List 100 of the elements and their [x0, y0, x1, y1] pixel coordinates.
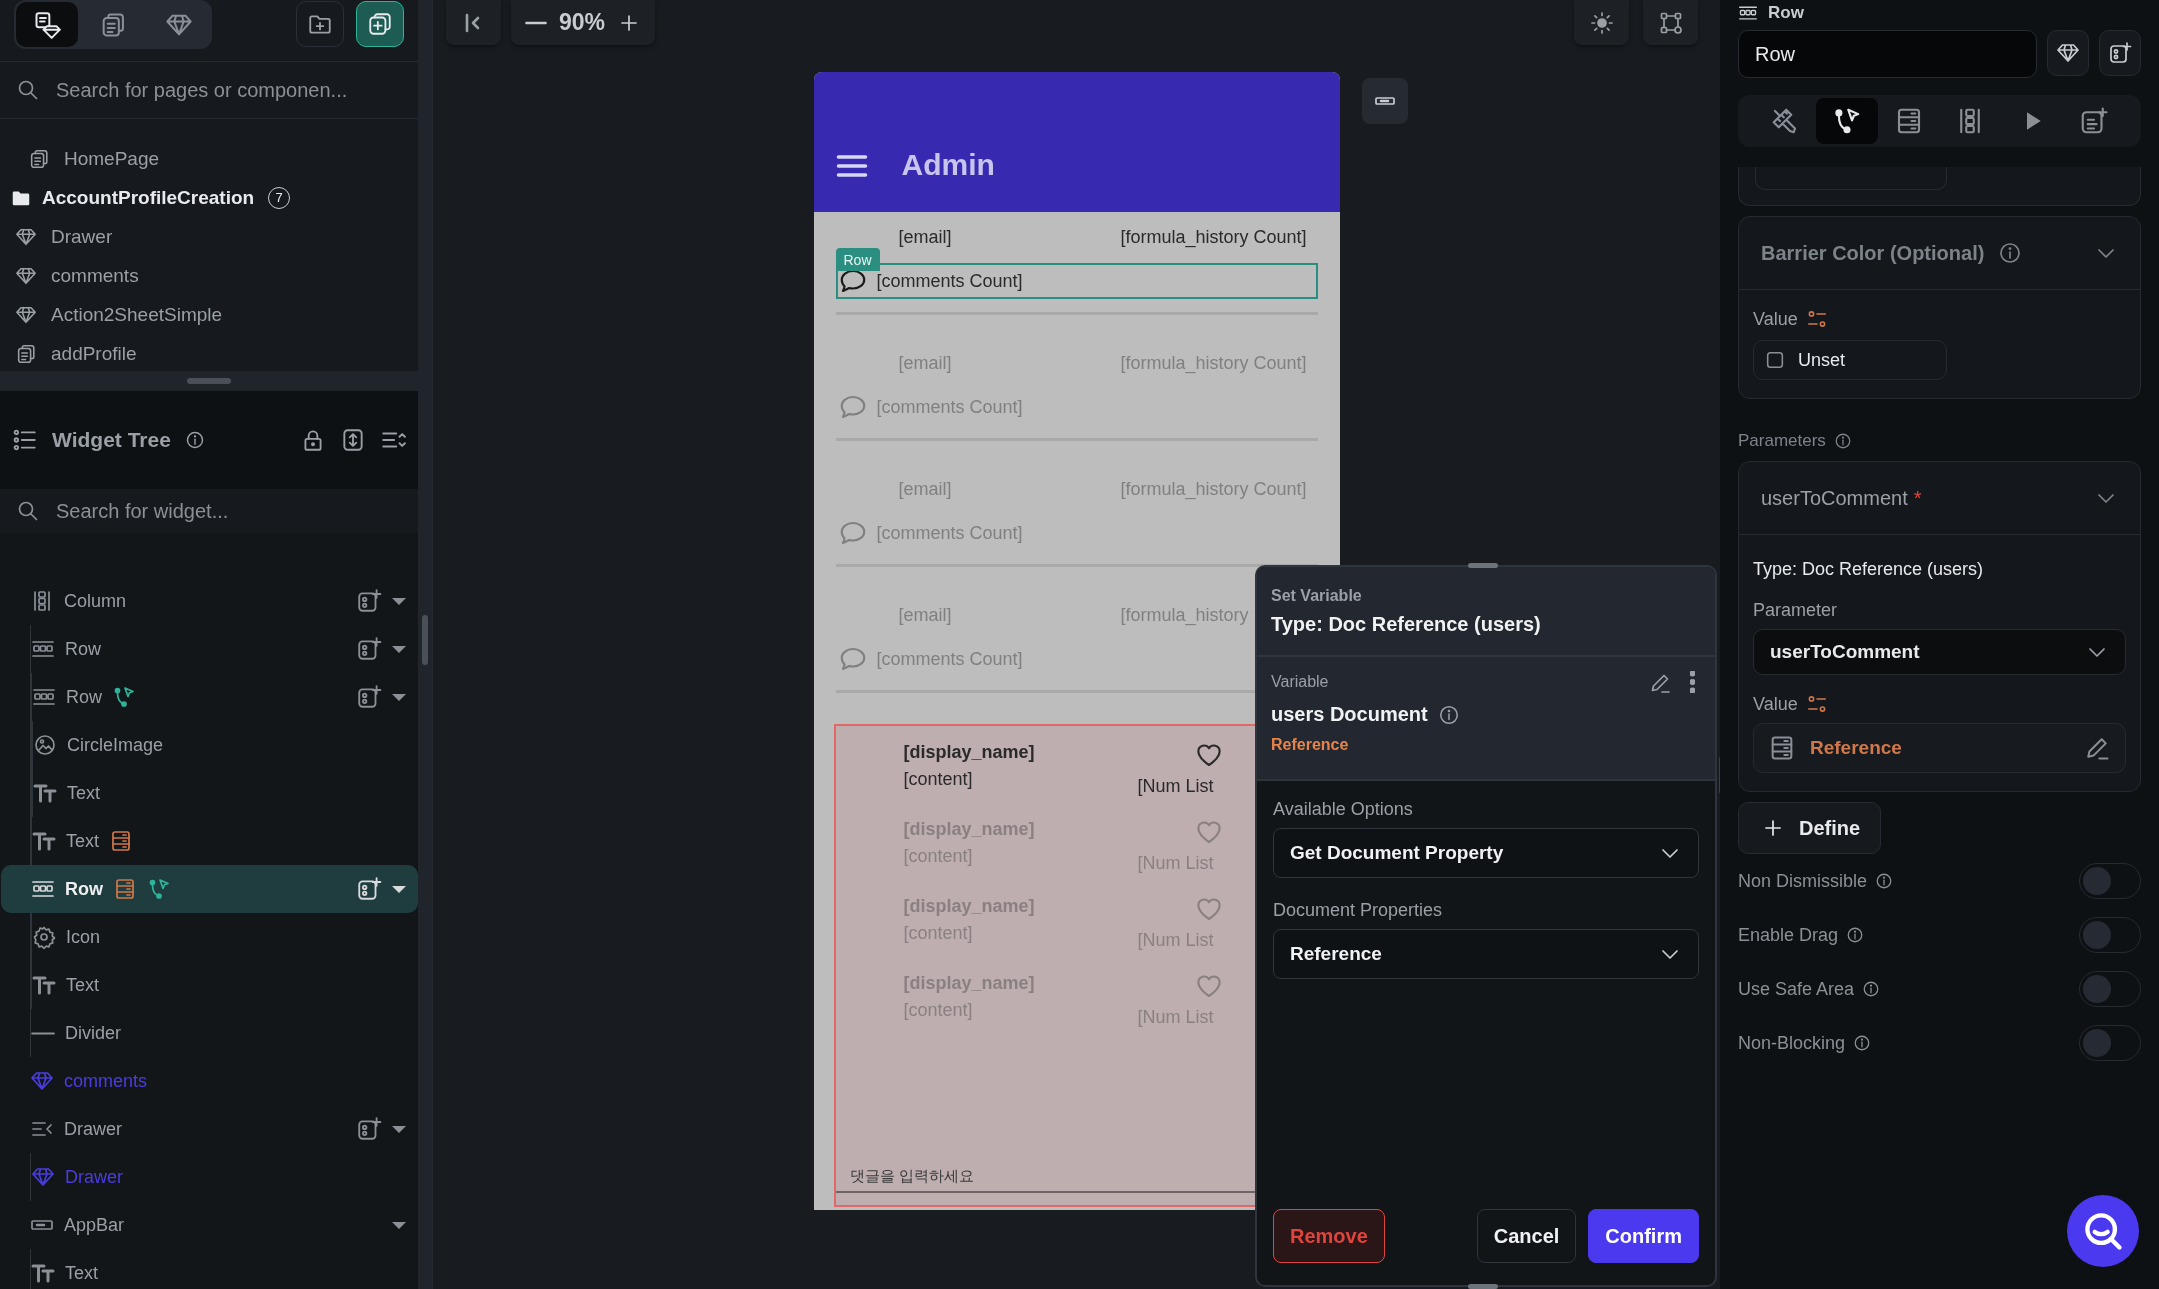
- toggle-label: Use Safe Area: [1738, 978, 1855, 1000]
- tree-item[interactable]: Drawer: [0, 1105, 418, 1153]
- page-item[interactable]: Action2SheetSimple: [0, 295, 418, 334]
- sliders-icon: [1805, 308, 1828, 330]
- pages-components-icon: [33, 10, 61, 39]
- dropdown[interactable]: Reference: [1273, 929, 1699, 979]
- tree-view-button[interactable]: [1643, 0, 1698, 45]
- search-icon: [16, 78, 40, 102]
- tree-item[interactable]: Divider: [1, 1009, 418, 1057]
- resize-handle[interactable]: [187, 378, 231, 384]
- dialog-title: Set Variable: [1271, 587, 1363, 605]
- parameter-name: userToComment: [1761, 486, 1908, 510]
- count-text: [formula_history: [1120, 604, 1249, 626]
- email-text: [email]: [898, 604, 953, 626]
- type-label: Type: Doc Reference (users): [1271, 613, 1542, 636]
- expand-collapse-icon: [340, 427, 366, 453]
- toggle-switch[interactable]: [2079, 971, 2141, 1007]
- danger-button[interactable]: Remove: [1273, 1209, 1385, 1263]
- field-label: Available Options: [1273, 799, 1414, 820]
- define-button[interactable]: Define: [1738, 802, 1882, 854]
- tree-item[interactable]: Text: [3, 769, 418, 817]
- field-label: Parameter: [1753, 600, 1839, 621]
- folder-item[interactable]: AccountProfileCreation 7: [0, 178, 418, 217]
- page-item[interactable]: addProfile: [0, 334, 418, 373]
- info-icon: [1862, 980, 1881, 998]
- add-widget-icon: [356, 876, 382, 902]
- toggle-label: Non-Blocking: [1738, 1032, 1846, 1054]
- tree-item[interactable]: CircleImage: [3, 721, 418, 769]
- comment-text: [content]: [903, 769, 974, 790]
- page-icon: [15, 342, 37, 365]
- drag-handle[interactable]: [1468, 563, 1498, 568]
- count-text: [formula_history Count]: [1120, 226, 1307, 248]
- parameter-dropdown[interactable]: userToComment: [1753, 629, 2126, 675]
- tree-item[interactable]: Text: [1, 1249, 418, 1289]
- database-icon: [109, 829, 133, 853]
- panel-title: Widget Tree: [52, 428, 171, 452]
- add-widget-button[interactable]: [2099, 30, 2141, 76]
- page-item[interactable]: comments: [0, 256, 418, 295]
- diamond-icon: [30, 1069, 54, 1093]
- tree-item[interactable]: Icon: [2, 913, 418, 961]
- search-field[interactable]: Search for widget...: [56, 499, 402, 523]
- app-bar-button[interactable]: [1361, 78, 1408, 124]
- tree-item[interactable]: Column: [0, 577, 418, 625]
- hierarchy-icon: [1658, 10, 1683, 35]
- info-icon: [1875, 872, 1894, 890]
- add-widget-icon: [356, 684, 382, 710]
- add-widget-icon: [2108, 41, 2132, 65]
- count-text: [formula_history Count]: [1120, 478, 1307, 500]
- name-field[interactable]: Row: [1738, 30, 2037, 78]
- toggle-switch[interactable]: [2079, 863, 2141, 899]
- tree-item[interactable]: AppBar: [0, 1201, 418, 1249]
- user-name: [display_name]: [903, 742, 1036, 763]
- image-icon: [33, 733, 57, 757]
- panel-tab[interactable]: [1815, 98, 1878, 144]
- info-icon: [1437, 703, 1460, 726]
- email-text: [email]: [898, 352, 953, 374]
- checkbox-icon: [1764, 349, 1786, 371]
- dropdown[interactable]: Get Document Property: [1273, 828, 1699, 878]
- toggle-switch[interactable]: [2079, 917, 2141, 953]
- tree-item[interactable]: Text: [2, 961, 418, 1009]
- gear-icon: [32, 925, 56, 949]
- value-label: Value: [1753, 308, 1798, 330]
- caret-icon: [392, 645, 406, 653]
- component-button[interactable]: [2047, 30, 2089, 76]
- widget-type: Row: [1768, 3, 1804, 23]
- theme-button[interactable]: [1574, 0, 1629, 45]
- action-icon: [112, 685, 136, 709]
- info-icon: [1846, 926, 1865, 944]
- section-label: Parameters: [1738, 431, 1826, 451]
- variable-label: Variable: [1271, 673, 1329, 691]
- count-text: [formula_history Count]: [1120, 352, 1307, 374]
- diamond-icon: [31, 1165, 55, 1189]
- search-field[interactable]: Search for pages or componen...: [56, 78, 402, 102]
- tree-list-icon: [12, 427, 38, 453]
- add-widget-icon: [356, 588, 382, 614]
- action-icon: [147, 877, 171, 901]
- page-icon: [28, 147, 50, 170]
- primary-button[interactable]: Confirm: [1588, 1209, 1699, 1263]
- drag-handle[interactable]: [1468, 1284, 1498, 1289]
- new-folder-button[interactable]: [296, 0, 344, 47]
- page-item[interactable]: HomePage: [0, 139, 418, 178]
- info-icon: [1833, 432, 1852, 450]
- secondary-button[interactable]: Cancel: [1476, 1209, 1577, 1263]
- toggle-switch[interactable]: [2079, 1025, 2141, 1061]
- note-add-icon: [2079, 106, 2110, 136]
- toggle-label: Non Dismissible: [1738, 870, 1868, 892]
- tree-item[interactable]: Row: [1, 865, 418, 913]
- sun-icon: [1589, 10, 1614, 35]
- app-title: Admin: [901, 148, 995, 182]
- tree-item[interactable]: Row: [2, 673, 418, 721]
- row-icon: [1738, 3, 1758, 23]
- add-page-button[interactable]: [356, 0, 404, 47]
- tree-item[interactable]: Row: [1, 625, 418, 673]
- tree-item[interactable]: Text: [2, 817, 418, 865]
- page-item[interactable]: Drawer: [0, 217, 418, 256]
- collapse-panel-button[interactable]: [446, 0, 501, 45]
- value-field[interactable]: Reference: [1753, 723, 2126, 773]
- mode-tab[interactable]: [16, 2, 78, 47]
- unset-option[interactable]: Unset: [1753, 340, 1947, 380]
- database-icon: [113, 877, 137, 901]
